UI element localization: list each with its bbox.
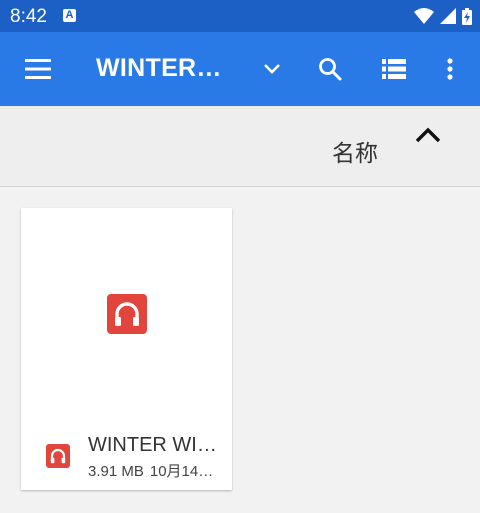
file-meta: 3.91 MB 10月14… xyxy=(88,460,224,481)
search-button[interactable] xyxy=(312,32,348,106)
list-view-icon xyxy=(382,59,406,79)
file-name: WINTER WI… xyxy=(88,434,217,456)
status-bar: 8:42 A xyxy=(0,0,480,32)
menu-button[interactable] xyxy=(18,32,58,106)
file-size: 3.91 MB xyxy=(88,463,144,480)
sort-direction-button[interactable] xyxy=(414,126,442,149)
chevron-up-icon xyxy=(415,127,441,143)
status-time: 8:42 xyxy=(10,6,47,27)
wifi-icon xyxy=(414,8,434,24)
more-options-button[interactable] xyxy=(436,32,464,106)
folder-title[interactable]: WINTER… xyxy=(96,54,246,83)
file-date: 10月14… xyxy=(149,463,214,480)
file-type-audio-icon xyxy=(46,444,70,468)
file-card[interactable]: WINTER WI… 3.91 MB 10月14… xyxy=(21,208,232,490)
chevron-down-icon xyxy=(264,64,280,74)
notification-icon: A xyxy=(63,9,76,22)
signal-icon xyxy=(440,8,456,24)
headphones-audio-icon xyxy=(107,294,147,334)
search-icon xyxy=(319,58,342,81)
hamburger-menu-icon xyxy=(25,59,51,79)
title-dropdown-button[interactable] xyxy=(256,32,288,106)
battery-charging-icon xyxy=(462,7,472,25)
sort-label[interactable]: 名称 xyxy=(332,134,378,168)
more-vert-icon xyxy=(447,58,453,80)
sort-bar: 名称 xyxy=(0,106,480,187)
app-toolbar: WINTER… xyxy=(0,32,480,106)
view-toggle-button[interactable] xyxy=(376,32,412,106)
